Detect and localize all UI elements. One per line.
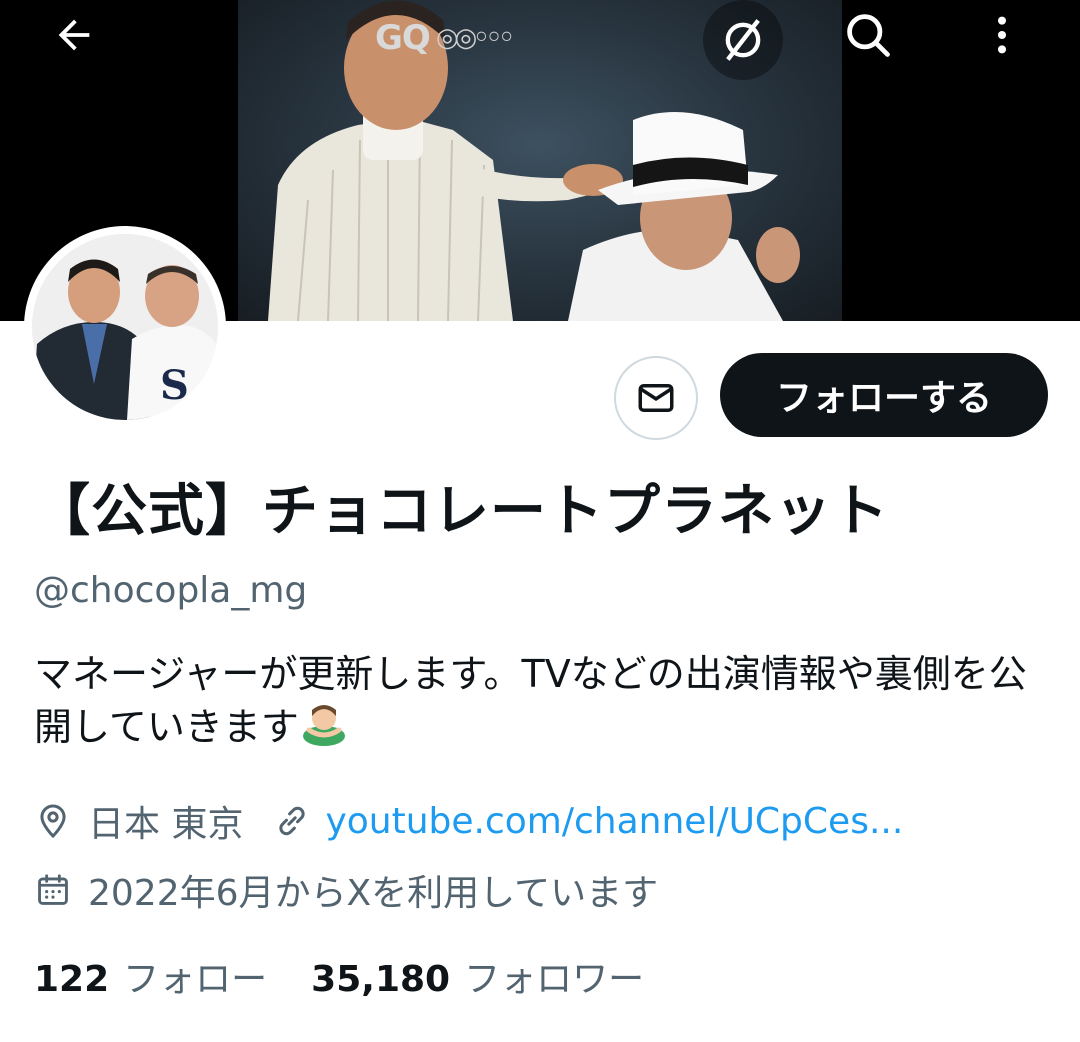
more-button[interactable]: [962, 0, 1042, 75]
message-button[interactable]: [614, 356, 698, 440]
location-pin-icon: [40, 804, 66, 839]
following-count: 122: [34, 959, 110, 1000]
following-label: フォロー: [123, 959, 268, 1000]
calendar-icon: [38, 874, 68, 905]
profile-meta-joined: 2022年6月からXを利用しています: [34, 864, 658, 916]
back-button[interactable]: [34, 0, 114, 75]
follow-stats: 122 フォロー 35,180 フォロワー: [34, 950, 644, 1002]
mail-icon: [638, 384, 674, 412]
follow-button[interactable]: フォローする: [720, 353, 1048, 437]
website-link[interactable]: youtube.com/channel/UCpCes...: [325, 801, 903, 842]
search-button[interactable]: [828, 0, 908, 75]
location-text: 日本 東京: [88, 804, 244, 845]
more-vertical-icon: [997, 16, 1007, 54]
following-stat[interactable]: 122 フォロー: [34, 950, 267, 1002]
followers-label: フォロワー: [464, 959, 645, 1000]
avatar-image: S: [32, 234, 218, 420]
banner-brand-mark: GQ ◎◎◦◦◦: [375, 18, 515, 58]
display-name: 【公式】チョコレートプラネット: [34, 479, 889, 544]
link-icon: [279, 806, 306, 836]
sound-toggle-button[interactable]: [703, 0, 783, 80]
followers-count: 35,180: [311, 959, 451, 1000]
followers-stat[interactable]: 35,180 フォロワー: [311, 950, 644, 1002]
arrow-left-icon: [58, 19, 90, 51]
search-icon: [847, 14, 890, 57]
svg-text:S: S: [160, 362, 189, 409]
avatar-illustration: S: [32, 234, 218, 420]
profile-avatar[interactable]: S: [24, 226, 226, 428]
joined-date-text: 2022年6月からXを利用しています: [88, 873, 659, 914]
profile-meta-location-link: 日本 東京 youtube.com/channel/UCpCes...: [34, 795, 903, 847]
man-bowing-emoji: [301, 700, 347, 746]
bio-text: マネージャーが更新します。TVなどの出演情報や裏側を公開していきます: [34, 652, 1027, 749]
user-handle: @chocopla_mg: [34, 570, 308, 611]
profile-bio: マネージャーが更新します。TVなどの出演情報や裏側を公開していきます: [34, 648, 1044, 753]
sound-off-icon: [725, 19, 761, 61]
